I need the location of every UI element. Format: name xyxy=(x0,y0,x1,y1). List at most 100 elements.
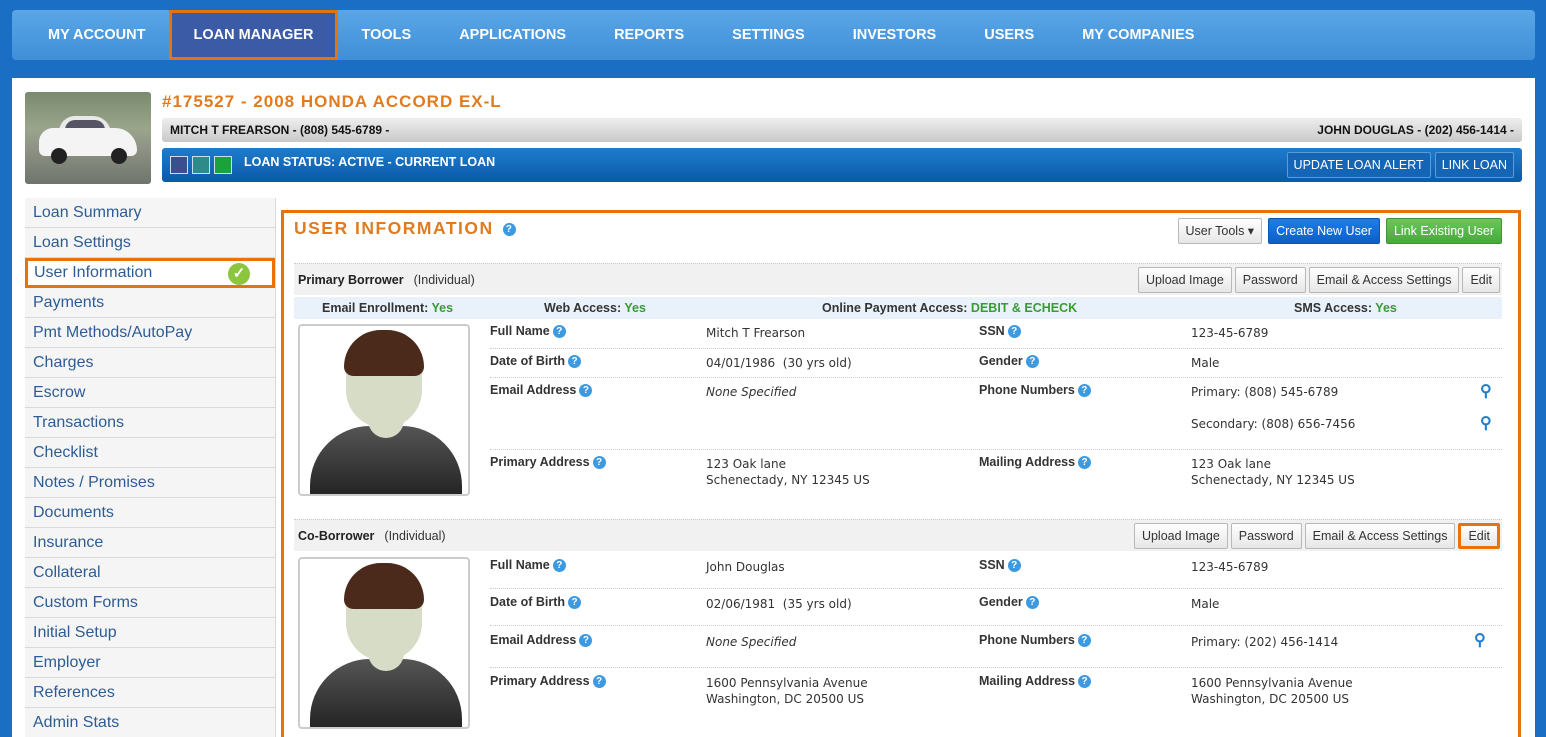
help-icon[interactable]: ? xyxy=(592,456,606,470)
sidebar: Loan Summary Loan Settings User Informat… xyxy=(25,198,275,737)
help-icon[interactable]: ? xyxy=(552,559,566,573)
help-icon[interactable]: ? xyxy=(1007,559,1021,573)
help-icon[interactable]: ? xyxy=(1007,325,1021,339)
main-panel: #175527 - 2008 HONDA ACCORD EX-L MITCH T… xyxy=(12,78,1535,737)
nav-tools[interactable]: TOOLS xyxy=(338,10,436,60)
status-square-2[interactable] xyxy=(192,156,210,174)
link-loan-button[interactable]: LINK LOAN xyxy=(1434,152,1514,178)
nav-my-companies[interactable]: MY COMPANIES xyxy=(1058,10,1218,60)
nav-my-account[interactable]: MY ACCOUNT xyxy=(24,10,169,60)
help-icon[interactable]: ? xyxy=(1078,456,1092,470)
sms-access: SMS Access: Yes xyxy=(1294,301,1397,315)
help-icon[interactable]: ? xyxy=(1025,596,1039,610)
nav-reports[interactable]: REPORTS xyxy=(590,10,708,60)
password-button[interactable]: Password xyxy=(1234,266,1306,293)
map-pin-icon[interactable]: ⚲ xyxy=(1480,381,1492,401)
create-new-user-button[interactable]: Create New User xyxy=(1268,218,1380,244)
sidebar-item-employer[interactable]: Employer xyxy=(25,648,275,678)
borrower-type: (Individual) xyxy=(413,272,475,287)
sidebar-item-insurance[interactable]: Insurance xyxy=(25,528,275,558)
access-row: Email Enrollment: Yes Web Access: Yes On… xyxy=(294,297,1502,319)
sidebar-item-payments[interactable]: Payments xyxy=(25,288,275,318)
email-value: None Specified xyxy=(706,635,797,649)
help-icon[interactable]: ? xyxy=(552,325,566,339)
sidebar-item-transactions[interactable]: Transactions xyxy=(25,408,275,438)
phone-primary-value: Primary: (202) 456-1414 xyxy=(1191,635,1339,649)
sidebar-item-checklist[interactable]: Checklist xyxy=(25,438,275,468)
section-title: USER INFORMATION ? xyxy=(294,218,517,239)
nav-investors[interactable]: INVESTORS xyxy=(829,10,961,60)
gender-label: Gender? xyxy=(979,354,1039,369)
dob-value: 02/06/1981 (35 yrs old) xyxy=(706,597,852,611)
nav-users[interactable]: USERS xyxy=(960,10,1058,60)
sidebar-item-initial-setup[interactable]: Initial Setup xyxy=(25,618,275,648)
gender-label: Gender? xyxy=(979,595,1039,610)
help-icon[interactable]: ? xyxy=(503,222,517,236)
primary-address-value: 123 Oak lane Schenectady, NY 12345 US xyxy=(706,457,870,487)
web-access: Web Access: Yes xyxy=(544,301,646,315)
primary-borrower-line: MITCH T FREARSON - (808) 545-6789 - xyxy=(170,123,390,137)
online-payment-access: Online Payment Access: DEBIT & ECHECK xyxy=(822,301,1078,315)
status-square-1[interactable] xyxy=(170,156,188,174)
email-enrollment: Email Enrollment: Yes xyxy=(322,301,454,315)
help-icon[interactable]: ? xyxy=(1077,384,1091,398)
borrower-role: Primary Borrower xyxy=(298,272,404,287)
borrower-role: Co-Borrower xyxy=(298,528,375,543)
help-icon[interactable]: ? xyxy=(1077,634,1091,648)
ssn-value: 123-45-6789 xyxy=(1191,560,1269,574)
email-access-settings-button[interactable]: Email & Access Settings xyxy=(1304,522,1456,549)
help-icon[interactable]: ? xyxy=(592,675,606,689)
sidebar-item-charges[interactable]: Charges xyxy=(25,348,275,378)
phone-numbers-label: Phone Numbers? xyxy=(979,383,1091,398)
borrower-type: (Individual) xyxy=(384,528,446,543)
sidebar-item-references[interactable]: References xyxy=(25,678,275,708)
sidebar-item-documents[interactable]: Documents xyxy=(25,498,275,528)
primary-borrower-avatar[interactable] xyxy=(298,324,470,496)
upload-image-button[interactable]: Upload Image xyxy=(1133,522,1228,549)
dob-label: Date of Birth? xyxy=(490,354,581,369)
nav-applications[interactable]: APPLICATIONS xyxy=(435,10,590,60)
edit-button[interactable]: Edit xyxy=(1462,266,1500,293)
nav-loan-manager[interactable]: LOAN MANAGER xyxy=(169,10,338,60)
full-name-value: John Douglas xyxy=(706,560,785,574)
map-pin-icon[interactable]: ⚲ xyxy=(1474,630,1486,650)
user-toolbar: User Tools ▾ Create New User Link Existi… xyxy=(1177,218,1502,244)
password-button[interactable]: Password xyxy=(1230,522,1302,549)
co-borrower-avatar[interactable] xyxy=(298,557,470,729)
user-information-section: USER INFORMATION ? User Tools ▾ Create N… xyxy=(281,210,1521,737)
sidebar-item-collateral[interactable]: Collateral xyxy=(25,558,275,588)
sidebar-item-notes-promises[interactable]: Notes / Promises xyxy=(25,468,275,498)
help-icon[interactable]: ? xyxy=(579,634,593,648)
help-icon[interactable]: ? xyxy=(568,355,581,369)
status-square-3[interactable] xyxy=(214,156,232,174)
primary-address-value: 1600 Pennsylvania Avenue Washington, DC 2… xyxy=(706,676,868,706)
map-pin-icon[interactable]: ⚲ xyxy=(1480,413,1492,433)
update-loan-alert-button[interactable]: UPDATE LOAN ALERT xyxy=(1286,152,1431,178)
sidebar-item-loan-summary[interactable]: Loan Summary xyxy=(25,198,275,228)
phone-primary-value: Primary: (808) 545-6789 xyxy=(1191,385,1339,399)
edit-button[interactable]: Edit xyxy=(1458,522,1500,549)
co-borrower-header: Co-Borrower (Individual) Upload Image Pa… xyxy=(294,519,1502,551)
help-icon[interactable]: ? xyxy=(1078,675,1092,689)
sidebar-item-escrow[interactable]: Escrow xyxy=(25,378,275,408)
link-existing-user-button[interactable]: Link Existing User xyxy=(1385,218,1502,244)
loan-status-bar: LOAN STATUS: ACTIVE - CURRENT LOAN UPDAT… xyxy=(162,148,1522,182)
help-icon[interactable]: ? xyxy=(1025,355,1039,369)
help-icon[interactable]: ? xyxy=(579,384,593,398)
user-tools-dropdown[interactable]: User Tools ▾ xyxy=(1177,218,1263,244)
upload-image-button[interactable]: Upload Image xyxy=(1137,266,1232,293)
ssn-label: SSN? xyxy=(979,324,1021,339)
phone-secondary-value: Secondary: (808) 656-7456 xyxy=(1191,417,1356,431)
email-label: Email Address? xyxy=(490,633,593,648)
primary-address-label: Primary Address? xyxy=(490,455,606,470)
sidebar-item-user-information[interactable]: User Information ✓ xyxy=(25,258,275,288)
sidebar-item-pmt-methods[interactable]: Pmt Methods/AutoPay xyxy=(25,318,275,348)
loan-title: #175527 - 2008 HONDA ACCORD EX-L xyxy=(162,92,502,111)
help-icon[interactable]: ? xyxy=(568,596,581,610)
sidebar-item-custom-forms[interactable]: Custom Forms xyxy=(25,588,275,618)
sidebar-item-admin-stats[interactable]: Admin Stats xyxy=(25,708,275,737)
email-access-settings-button[interactable]: Email & Access Settings xyxy=(1308,266,1460,293)
gender-value: Male xyxy=(1191,356,1220,370)
sidebar-item-loan-settings[interactable]: Loan Settings xyxy=(25,228,275,258)
nav-settings[interactable]: SETTINGS xyxy=(708,10,829,60)
